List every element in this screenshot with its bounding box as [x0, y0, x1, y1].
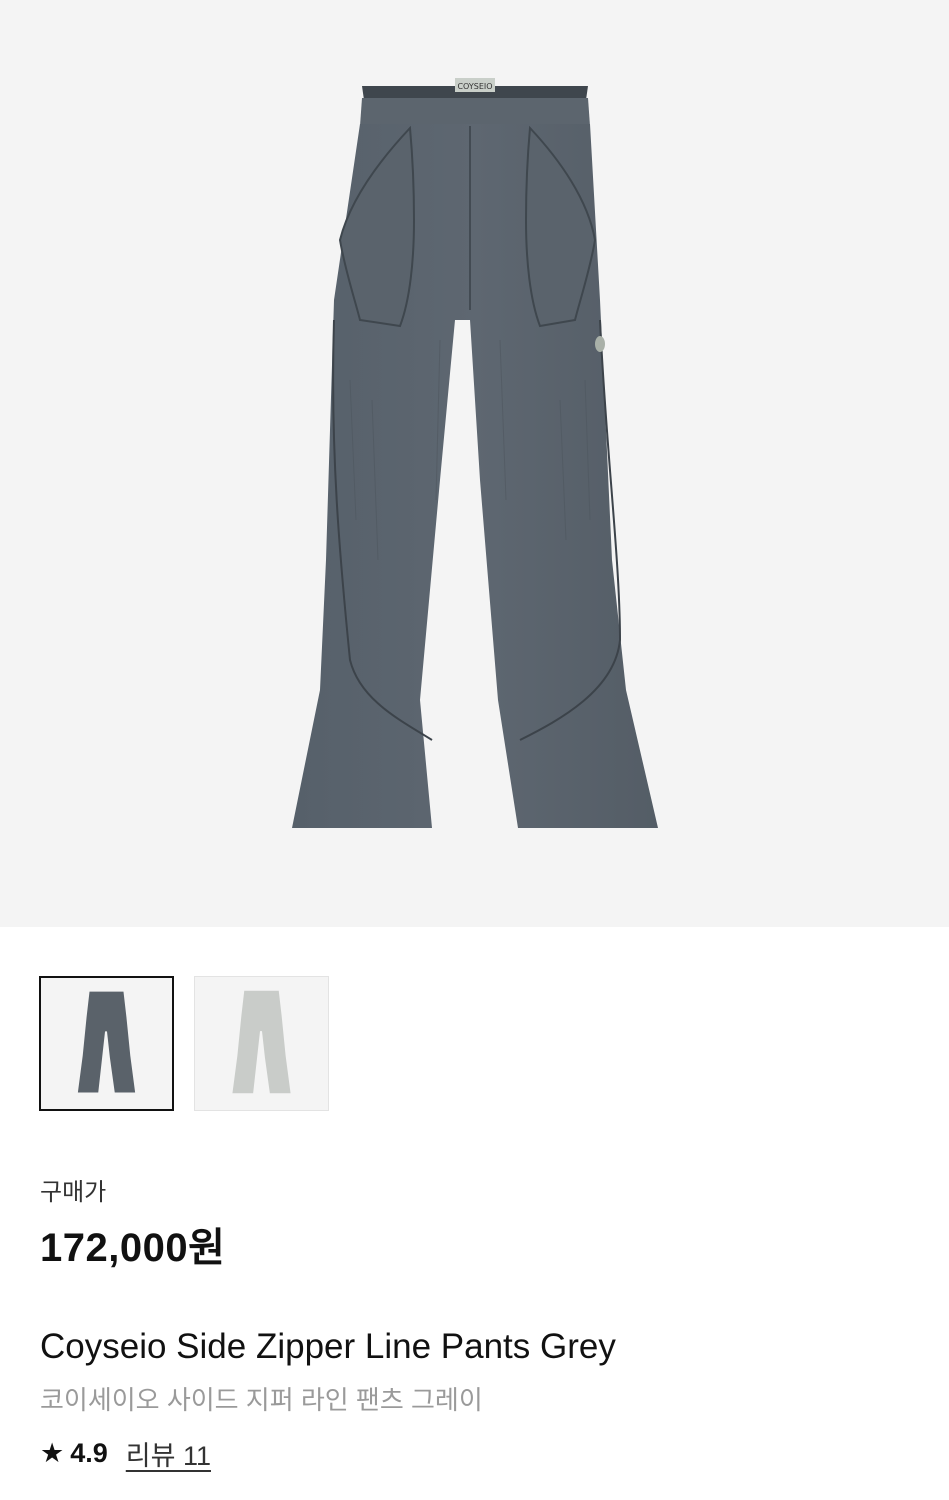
price-label: 구매가	[40, 1179, 107, 1206]
thumbnail-light-grey-image	[232, 990, 291, 1094]
reviews-link[interactable]: 리뷰 11	[126, 1434, 211, 1473]
product-name-ko: 코이세이오 사이드 지퍼 라인 팬츠 그레이	[40, 1385, 483, 1415]
thumbnail-gallery	[39, 976, 329, 1111]
star-icon: ★	[40, 1437, 65, 1468]
product-name-en: Coyseio Side Zipper Line Pants Grey	[40, 1327, 616, 1366]
product-price: 172,000원	[40, 1226, 226, 1270]
thumbnail-grey[interactable]	[39, 976, 174, 1111]
zipper-pull	[595, 336, 605, 352]
rating-row: ★ 4.9 리뷰 11	[40, 1435, 211, 1471]
thumbnail-light-grey[interactable]	[194, 976, 329, 1111]
thumbnail-grey-image	[77, 991, 136, 1093]
pants-image: COYSEIO	[292, 78, 658, 828]
product-main-image[interactable]: COYSEIO	[0, 0, 949, 927]
svg-text:COYSEIO: COYSEIO	[457, 82, 492, 91]
rating-value: 4.9	[70, 1437, 108, 1468]
